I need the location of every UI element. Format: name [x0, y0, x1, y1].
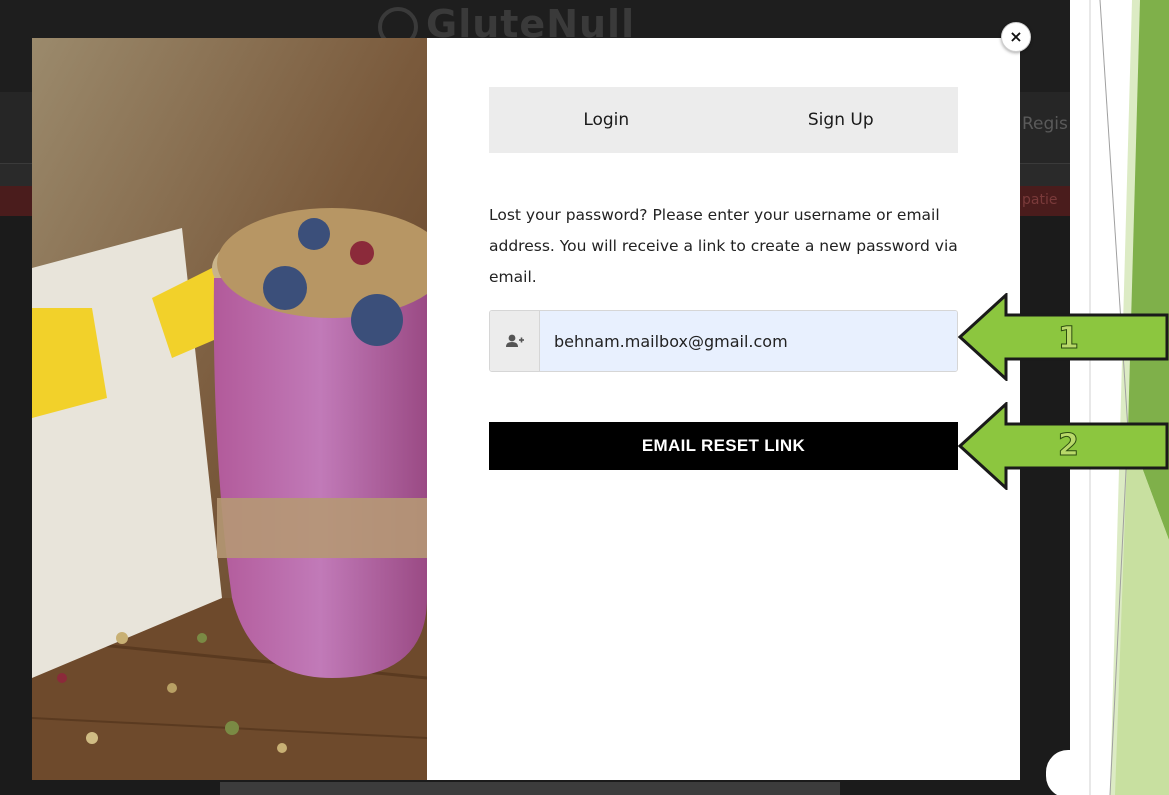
site-bottom-bar [220, 782, 840, 795]
email-field[interactable] [540, 311, 957, 371]
email-field-group [489, 310, 958, 372]
annotation-number-2: 2 [1058, 428, 1080, 464]
tab-sign-up[interactable]: Sign Up [724, 87, 959, 153]
close-modal-button[interactable]: × [1001, 22, 1031, 52]
annotation-arrow-1: 1 [958, 293, 1169, 381]
annotation-number-1: 1 [1058, 321, 1080, 357]
lost-password-instructions: Lost your password? Please enter your us… [489, 206, 958, 286]
promo-text: patie [1022, 192, 1058, 208]
slide-decoration [1070, 0, 1169, 795]
tab-login[interactable]: Login [489, 87, 724, 153]
user-plus-icon [490, 311, 540, 371]
auth-tabs: Login Sign Up [489, 87, 958, 153]
nav-register-link: Regis [1022, 114, 1068, 134]
email-reset-link-button[interactable]: EMAIL RESET LINK [489, 422, 958, 470]
smoothie-photo [32, 38, 427, 780]
annotation-arrow-2: 2 [958, 402, 1169, 490]
